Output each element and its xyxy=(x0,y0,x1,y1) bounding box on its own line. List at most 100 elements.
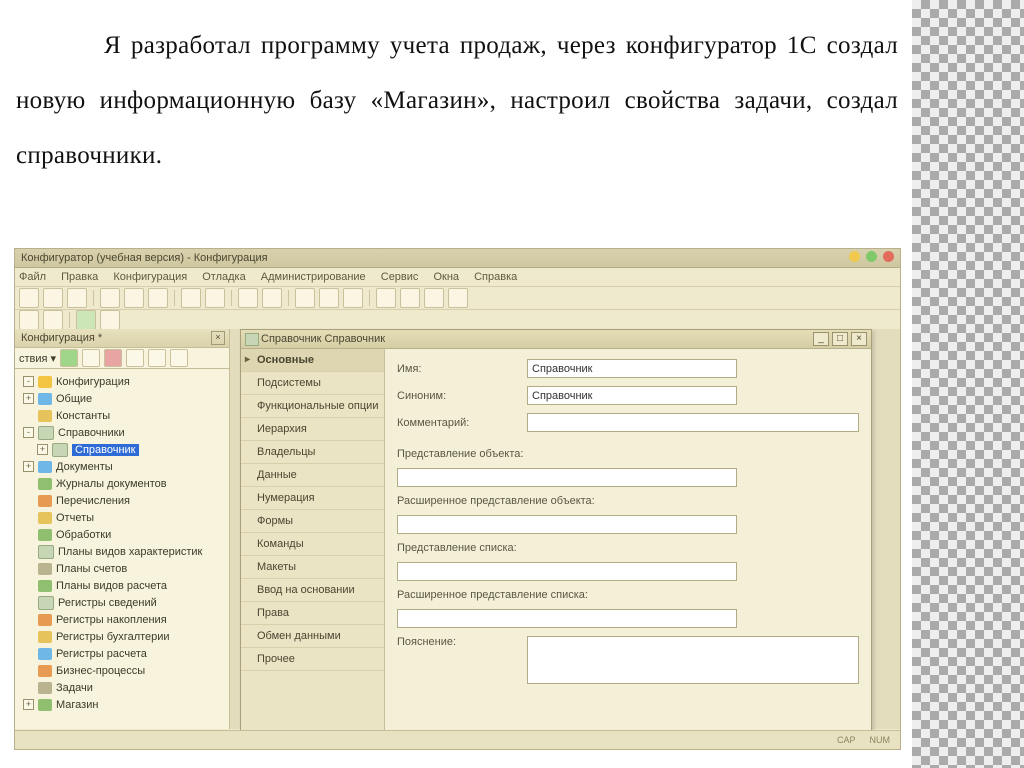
tool-info-icon[interactable] xyxy=(448,288,468,308)
maximize-icon[interactable] xyxy=(866,251,877,262)
propwin-tab[interactable]: Ввод на основании xyxy=(241,579,384,602)
tree-item[interactable]: Регистры расчета xyxy=(17,645,227,662)
listrep-label: Представление списка: xyxy=(397,542,517,554)
tool2-play-icon[interactable] xyxy=(76,310,96,330)
tree-item[interactable]: Регистры бухгалтерии xyxy=(17,628,227,645)
propwin-close-icon[interactable]: × xyxy=(851,332,867,346)
menu-edit[interactable]: Правка xyxy=(61,271,98,283)
tool-step-icon[interactable] xyxy=(319,288,339,308)
tool-paste-icon[interactable] xyxy=(148,288,168,308)
actions-dropdown[interactable]: ствия ▾ xyxy=(19,352,56,365)
config-tree[interactable]: -Конфигурация+ОбщиеКонстанты-Справочники… xyxy=(15,369,229,729)
propwin-tab[interactable]: Нумерация xyxy=(241,487,384,510)
tool2-a-icon[interactable] xyxy=(19,310,39,330)
tree-item[interactable]: -Справочники xyxy=(17,424,227,441)
tool-calendar-icon[interactable] xyxy=(424,288,444,308)
tool-save-icon[interactable] xyxy=(67,288,87,308)
menu-help[interactable]: Справка xyxy=(474,271,517,283)
tool-undo-icon[interactable] xyxy=(181,288,201,308)
synonym-input[interactable] xyxy=(527,386,737,405)
tree-item[interactable]: Планы видов расчета xyxy=(17,577,227,594)
panel-up-icon[interactable] xyxy=(126,349,144,367)
tool-cut-icon[interactable] xyxy=(100,288,120,308)
tool2-c-icon[interactable] xyxy=(100,310,120,330)
tree-item[interactable]: Константы xyxy=(17,407,227,424)
extlistrep-input[interactable] xyxy=(397,609,737,628)
config-tree-panel: Конфигурация * × ствия ▾ -Конфигурация+О… xyxy=(15,329,230,729)
property-window: Справочник Справочник _ □ × ОсновныеПодс… xyxy=(240,329,872,750)
name-input[interactable] xyxy=(527,359,737,378)
propwin-tab[interactable]: Формы xyxy=(241,510,384,533)
statusbar: CAP NUM xyxy=(15,730,900,749)
toolbar-main xyxy=(15,287,900,310)
propwin-tab[interactable]: Права xyxy=(241,602,384,625)
panel-down-icon[interactable] xyxy=(148,349,166,367)
tree-item[interactable]: Обработки xyxy=(17,526,227,543)
minimize-icon[interactable] xyxy=(849,251,860,262)
tree-item[interactable]: +Магазин xyxy=(17,696,227,713)
menu-admin[interactable]: Администрирование xyxy=(261,271,366,283)
propwin-form: Имя: Синоним: Комментарий: Представле xyxy=(385,349,871,750)
propwin-tab[interactable]: Прочее xyxy=(241,648,384,671)
panel-close-icon[interactable]: × xyxy=(211,331,225,345)
tree-item[interactable]: +Справочник xyxy=(17,441,227,458)
window-controls xyxy=(849,251,894,262)
tree-root[interactable]: -Конфигурация xyxy=(17,373,227,390)
listrep-input[interactable] xyxy=(397,562,737,581)
tree-item[interactable]: +Общие xyxy=(17,390,227,407)
tree-item[interactable]: Регистры сведений xyxy=(17,594,227,611)
tree-item[interactable]: Регистры накопления xyxy=(17,611,227,628)
tree-item[interactable]: Задачи xyxy=(17,679,227,696)
tree-item[interactable]: Отчеты xyxy=(17,509,227,526)
tool-run-icon[interactable] xyxy=(295,288,315,308)
screenshot-window: Конфигуратор (учебная версия) - Конфигур… xyxy=(14,248,901,750)
tree-item[interactable]: Журналы документов xyxy=(17,475,227,492)
tool-stop-icon[interactable] xyxy=(343,288,363,308)
app-titlebar: Конфигуратор (учебная версия) - Конфигур… xyxy=(15,249,900,268)
menu-service[interactable]: Сервис xyxy=(381,271,419,283)
decorative-pattern xyxy=(912,0,1024,768)
tree-item[interactable]: Перечисления xyxy=(17,492,227,509)
menu-config[interactable]: Конфигурация xyxy=(113,271,187,283)
propwin-tab[interactable]: Подсистемы xyxy=(241,372,384,395)
tool-new-icon[interactable] xyxy=(19,288,39,308)
tool-redo-icon[interactable] xyxy=(205,288,225,308)
comment-input[interactable] xyxy=(527,413,859,432)
name-label: Имя: xyxy=(397,363,527,375)
propwin-tab[interactable]: Иерархия xyxy=(241,418,384,441)
tool-syntax-icon[interactable] xyxy=(376,288,396,308)
propwin-tab[interactable]: Данные xyxy=(241,464,384,487)
tree-item[interactable]: Планы видов характеристик xyxy=(17,543,227,560)
tool-find-icon[interactable] xyxy=(238,288,258,308)
objrep-input[interactable] xyxy=(397,468,737,487)
menu-debug[interactable]: Отладка xyxy=(202,271,245,283)
propwin-minimize-icon[interactable]: _ xyxy=(813,332,829,346)
propwin-title: Справочник Справочник _ □ × xyxy=(241,330,871,349)
tool2-b-icon[interactable] xyxy=(43,310,63,330)
close-icon[interactable] xyxy=(883,251,894,262)
propwin-tab[interactable]: Функциональные опции xyxy=(241,395,384,418)
tool-open-icon[interactable] xyxy=(43,288,63,308)
panel-edit-icon[interactable] xyxy=(82,349,100,367)
synonym-label: Синоним: xyxy=(397,390,527,402)
tool-copy-icon[interactable] xyxy=(124,288,144,308)
propwin-tab[interactable]: Основные xyxy=(241,349,384,372)
tool-help-icon[interactable] xyxy=(400,288,420,308)
panel-add-icon[interactable] xyxy=(60,349,78,367)
comment-label: Комментарий: xyxy=(397,417,527,429)
menu-file[interactable]: Файл xyxy=(19,271,46,283)
propwin-tab[interactable]: Макеты xyxy=(241,556,384,579)
propwin-tab[interactable]: Команды xyxy=(241,533,384,556)
menu-windows[interactable]: Окна xyxy=(433,271,459,283)
tree-item[interactable]: +Документы xyxy=(17,458,227,475)
panel-sort-icon[interactable] xyxy=(170,349,188,367)
propwin-tab[interactable]: Владельцы xyxy=(241,441,384,464)
propwin-maximize-icon[interactable]: □ xyxy=(832,332,848,346)
tool-binoc-icon[interactable] xyxy=(262,288,282,308)
propwin-tab[interactable]: Обмен данными xyxy=(241,625,384,648)
tree-item[interactable]: Планы счетов xyxy=(17,560,227,577)
extobjrep-input[interactable] xyxy=(397,515,737,534)
panel-del-icon[interactable] xyxy=(104,349,122,367)
explain-textarea[interactable] xyxy=(527,636,859,684)
tree-item[interactable]: Бизнес-процессы xyxy=(17,662,227,679)
